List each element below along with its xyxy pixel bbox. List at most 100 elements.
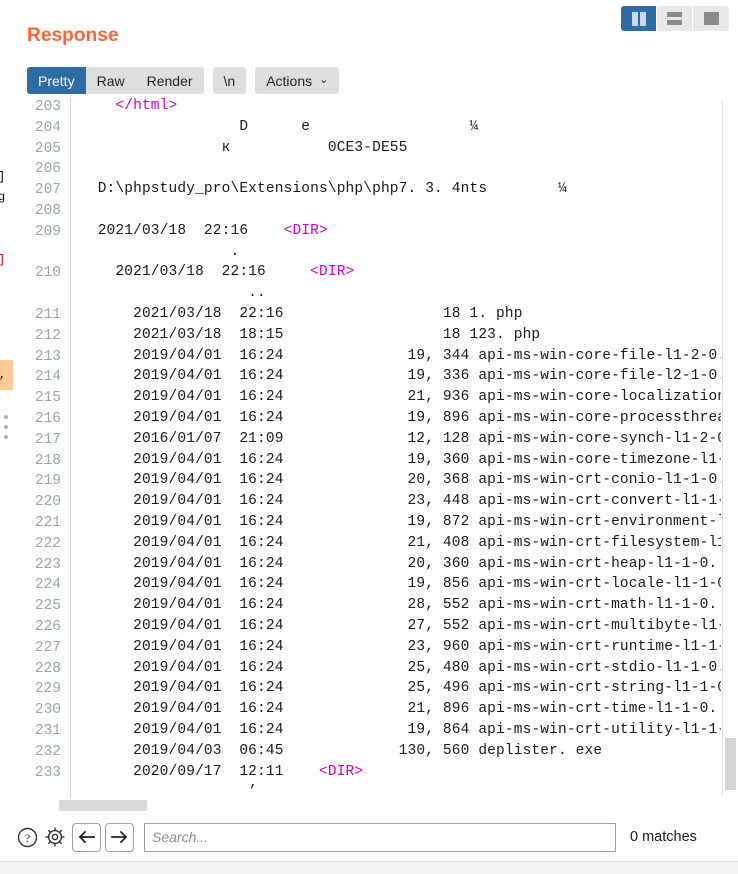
vertical-split-icon [631,11,646,26]
line-number: 222 [34,535,61,552]
line-number: 221 [34,514,61,531]
layout-toggle-group [621,6,729,31]
code-line[interactable]: 209 2021/03/18 22:16 <DIR> [14,223,721,244]
line-text: ’ [80,784,258,798]
search-input[interactable] [145,822,615,852]
code-line[interactable]: 226 2019/04/01 16:24 27, 552 api-ms-win-… [14,618,721,639]
edge-text-fragment: ’ [0,375,5,389]
vertical-scrollbar-thumb[interactable] [725,738,736,790]
line-text: D:\phpstudy_pro\Extensions\php\php7. 3. … [80,181,567,198]
line-text: 2019/04/01 16:24 28, 552 api-ms-win-crt-… [80,597,721,614]
code-line[interactable]: . [14,244,721,265]
tab-render[interactable]: Render [135,67,204,94]
tab-newline-toggle[interactable]: \n [212,67,247,94]
vertical-scrollbar[interactable] [722,98,738,798]
actions-menu-button[interactable]: Actions ⌄ [255,67,340,94]
code-line[interactable]: 214 2019/04/01 16:24 19, 336 api-ms-win-… [14,368,721,389]
code-line[interactable]: 212 2021/03/18 18:15 18 123. php [14,327,721,348]
gear-icon [45,827,64,847]
code-line[interactable]: 223 2019/04/01 16:24 20, 360 api-ms-win-… [14,556,721,577]
line-text: 2019/04/01 16:24 25, 480 api-ms-win-crt-… [80,659,721,676]
line-number: 206 [34,161,61,178]
code-line[interactable]: 204 D e ¼ [14,119,721,140]
search-settings-button[interactable] [41,824,68,851]
line-number: 212 [34,327,61,344]
match-count-label: 0 matches [630,829,697,845]
tab-pretty[interactable]: Pretty [27,67,86,94]
line-text: 2019/04/01 16:24 19, 872 api-ms-win-crt-… [80,513,721,530]
line-text: 2021/03/18 22:16 <DIR> [80,222,328,239]
code-line[interactable]: ’ [14,784,721,798]
edge-text-fragment: ] [0,253,5,267]
code-line[interactable]: 231 2019/04/01 16:24 19, 864 api-ms-win-… [14,722,721,743]
line-text: 2019/04/01 16:24 21, 896 api-ms-win-crt-… [80,701,721,718]
line-text: 2021/03/18 22:16 <DIR> [80,264,355,281]
code-line[interactable]: 220 2019/04/01 16:24 23, 448 api-ms-win-… [14,493,721,514]
search-next-button[interactable] [105,822,134,852]
code-line[interactable]: 225 2019/04/01 16:24 28, 552 api-ms-win-… [14,597,721,618]
line-text: 2019/04/01 16:24 19, 864 api-ms-win-crt-… [80,721,721,738]
code-line[interactable]: .. [14,285,721,306]
code-line[interactable]: 230 2019/04/01 16:24 21, 896 api-ms-win-… [14,701,721,722]
code-line[interactable]: 219 2019/04/01 16:24 20, 368 api-ms-win-… [14,472,721,493]
arrow-right-icon [111,830,128,844]
line-number: 209 [34,223,61,240]
code-line[interactable]: 210 2021/03/18 22:16 <DIR> [14,264,721,285]
layout-vertical-split-button[interactable] [621,6,657,31]
response-view-tabs: Pretty Raw Render \n Actions ⌄ [27,67,348,94]
code-line[interactable]: 229 2019/04/01 16:24 25, 496 api-ms-win-… [14,680,721,701]
code-line[interactable]: 233 2020/09/17 12:11 <DIR> [14,764,721,785]
line-text: 2019/04/01 16:24 19, 896 api-ms-win-core… [80,409,721,426]
search-field-wrapper[interactable] [144,822,616,852]
code-line[interactable]: 221 2019/04/01 16:24 19, 872 api-ms-win-… [14,514,721,535]
layout-horizontal-split-button[interactable] [657,6,693,31]
actions-label: Actions [266,72,313,89]
code-line[interactable]: 216 2019/04/01 16:24 19, 896 api-ms-win-… [14,410,721,431]
code-line[interactable]: 224 2019/04/01 16:24 19, 856 api-ms-win-… [14,576,721,597]
line-text: 2021/03/18 22:16 18 1. php [80,305,523,322]
line-number: 225 [34,598,61,615]
horizontal-scrollbar-thumb[interactable] [59,800,147,811]
line-number: 232 [34,743,61,760]
line-text: 2020/09/17 12:11 <DIR> [80,763,364,780]
line-number: 227 [34,639,61,656]
code-line[interactable]: 232 2019/04/03 06:45 130, 560 deplister.… [14,743,721,764]
response-body-viewer[interactable]: 203 </html> 204 D e ¼ 205 к 0CE3-DE55 206 20… [14,98,721,798]
single-pane-icon [703,12,719,25]
line-number: 223 [34,556,61,573]
code-line[interactable]: 213 2019/04/01 16:24 19, 344 api-ms-win-… [14,348,721,369]
line-text: . [80,243,240,260]
help-button[interactable]: ? [14,824,41,851]
code-line[interactable]: 211 2021/03/18 22:16 18 1. php [14,306,721,327]
code-line[interactable]: 208 [14,202,721,223]
tab-raw[interactable]: Raw [85,67,136,94]
code-line[interactable]: 222 2019/04/01 16:24 21, 408 api-ms-win-… [14,535,721,556]
code-line[interactable]: 203 </html> [14,98,721,119]
layout-single-pane-button[interactable] [693,6,729,31]
code-line[interactable]: 215 2019/04/01 16:24 21, 936 api-ms-win-… [14,389,721,410]
code-line[interactable]: 227 2019/04/01 16:24 23, 960 api-ms-win-… [14,639,721,660]
horizontal-scrollbar[interactable] [14,798,721,812]
line-number: 204 [34,119,61,136]
line-text: 2019/04/01 16:24 25, 496 api-ms-win-crt-… [80,680,721,697]
line-number: 233 [34,764,61,781]
line-text: D e ¼ [80,118,479,135]
code-line[interactable]: 218 2019/04/01 16:24 19, 360 api-ms-win-… [14,452,721,473]
code-line[interactable]: 217 2016/01/07 21:09 12, 128 api-ms-win-… [14,431,721,452]
code-line[interactable]: 207 D:\phpstudy_pro\Extensions\php\php7.… [14,181,721,202]
tabgroup-newline: \n [212,67,247,94]
line-number: 210 [34,265,61,282]
code-line[interactable]: 228 2019/04/01 16:24 25, 480 api-ms-win-… [14,660,721,681]
search-footer: ? 0 matches [0,813,738,861]
search-previous-button[interactable] [72,822,101,852]
drag-handle-dot [4,435,8,439]
code-line[interactable]: 206 [14,160,721,181]
line-text: 2019/04/01 16:24 19, 360 api-ms-win-core… [80,451,721,468]
line-number: 211 [34,306,61,323]
line-text: 2019/04/01 16:24 21, 936 api-ms-win-core… [80,389,721,406]
code-line[interactable]: 205 к 0CE3-DE55 [14,140,721,161]
split-pane-drag-handle[interactable] [4,415,9,445]
line-number: 230 [34,702,61,719]
edge-text-fragment: g [0,190,6,204]
line-text: 2019/04/01 16:24 23, 960 api-ms-win-crt-… [80,638,721,655]
